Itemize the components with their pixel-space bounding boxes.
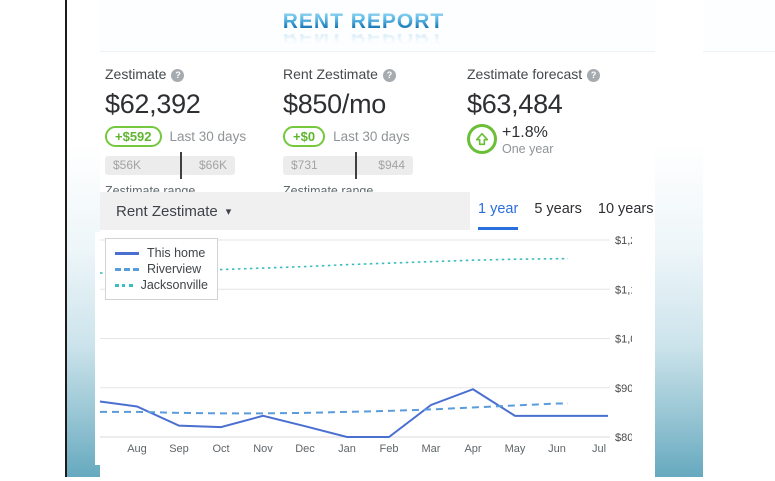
forecast-change: +1.8%: [502, 124, 553, 142]
x-tick-label: Feb: [380, 443, 399, 455]
range-high: $66K: [199, 156, 227, 175]
x-tick-label: Sep: [169, 443, 189, 455]
stat-value: $62,392: [105, 89, 275, 120]
change-badge: +$592: [105, 126, 162, 147]
legend-item: Jacksonville: [115, 277, 208, 293]
y-tick-label: $1,000: [615, 334, 632, 346]
x-tick-label: May: [505, 443, 526, 455]
stat-value: $850/mo: [283, 89, 453, 120]
help-icon[interactable]: ?: [171, 69, 184, 82]
time-range-tabs: 1 year 5 years 10 years: [478, 192, 670, 230]
legend-item: Riverview: [115, 261, 208, 277]
y-tick-label: $1,200: [615, 235, 632, 247]
range-high: $944: [378, 156, 405, 175]
x-tick-label: Jun: [548, 443, 566, 455]
range-low: $731: [291, 156, 318, 175]
stat-zestimate: Zestimate? $62,392 +$592 Last 30 days $5…: [105, 66, 275, 198]
stat-label: Rent Zestimate: [283, 66, 378, 82]
right-gradient-strip: [655, 0, 703, 477]
y-tick-label: $1,100: [615, 284, 632, 296]
rent-report-page: RENT REPORT RENT REPORT Zestimate? $62,3…: [0, 0, 775, 481]
change-note: Last 30 days: [170, 129, 247, 144]
tab-5-years[interactable]: 5 years: [534, 192, 582, 230]
stat-rent-zestimate: Rent Zestimate? $850/mo +$0 Last 30 days…: [283, 66, 453, 198]
metric-dropdown-label: Rent Zestimate: [116, 203, 218, 220]
page-title-wrap: RENT REPORT RENT REPORT: [95, 10, 632, 48]
range-low: $56K: [113, 156, 141, 175]
y-tick-label: $800: [615, 432, 632, 444]
forecast-up-icon: [467, 124, 497, 154]
y-tick-label: $900: [615, 383, 632, 395]
stat-zestimate-forecast: Zestimate forecast? $63,484 +1.8% One ye…: [467, 66, 637, 156]
x-tick-label: Nov: [253, 443, 273, 455]
x-tick-label: Mar: [422, 443, 441, 455]
metric-dropdown[interactable]: Rent Zestimate ▾: [100, 192, 470, 230]
range-marker: [355, 152, 357, 179]
x-tick-label: Aug: [127, 443, 147, 455]
x-tick-label: Apr: [464, 443, 481, 455]
legend-item: This home: [115, 245, 208, 261]
forecast-note: One year: [502, 142, 553, 156]
tab-1-year[interactable]: 1 year: [478, 192, 518, 230]
range-bar: $731 $944: [283, 156, 413, 175]
stat-label: Zestimate forecast: [467, 66, 582, 82]
x-tick-label: Dec: [295, 443, 315, 455]
change-note: Last 30 days: [333, 129, 410, 144]
change-badge: +$0: [283, 126, 325, 147]
stat-value: $63,484: [467, 89, 637, 120]
help-icon[interactable]: ?: [587, 69, 600, 82]
x-tick-label: Jan: [338, 443, 356, 455]
tab-10-years[interactable]: 10 years: [598, 192, 654, 230]
page-title: RENT REPORT: [95, 10, 632, 34]
chart-legend: This home Riverview Jacksonville: [105, 238, 218, 300]
stat-label: Zestimate: [105, 66, 166, 82]
legend-line-sample: [115, 268, 139, 271]
range-marker: [180, 152, 182, 179]
legend-line-sample: [115, 252, 139, 255]
range-bar: $56K $66K: [105, 156, 235, 175]
legend-line-sample: [115, 284, 133, 287]
chevron-down-icon: ▾: [226, 205, 232, 218]
x-tick-label: Jul: [592, 443, 606, 455]
page-title-reflection: RENT REPORT: [95, 34, 632, 48]
rent-chart: This home Riverview Jacksonville $800 $90…: [95, 232, 632, 465]
x-tick-label: Oct: [212, 443, 229, 455]
help-icon[interactable]: ?: [383, 69, 396, 82]
